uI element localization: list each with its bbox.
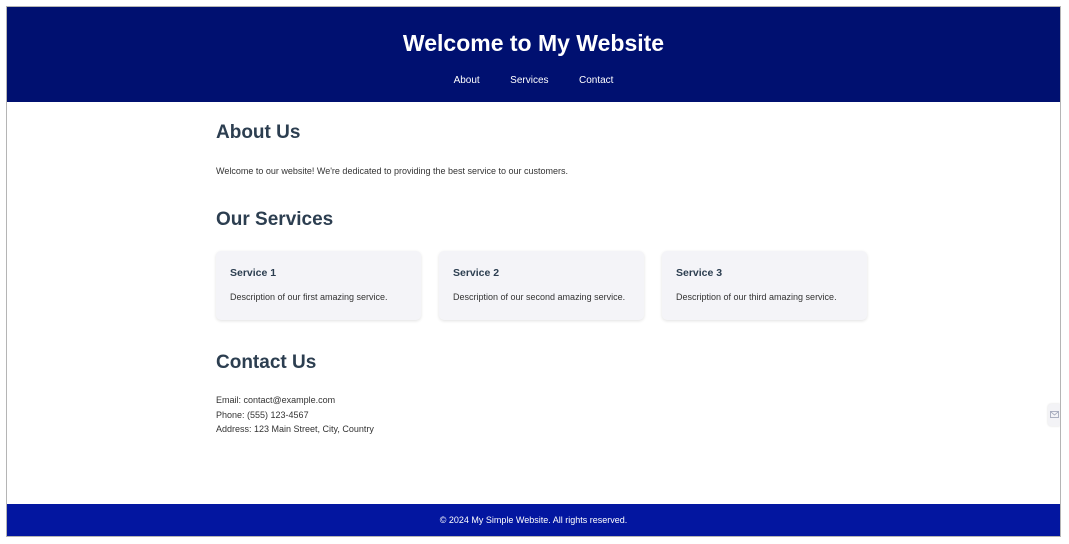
mail-icon [1050, 411, 1059, 418]
nav-link-contact[interactable]: Contact [579, 75, 613, 86]
service-card-3: Service 3 Description of our third amazi… [662, 251, 867, 320]
service-card-description: Description of our third amazing service… [676, 292, 837, 302]
main-nav: About Services Contact [7, 70, 1060, 88]
services-heading: Our Services [216, 209, 334, 230]
about-text: Welcome to our website! We're dedicated … [216, 166, 569, 176]
nav-link-services[interactable]: Services [510, 75, 548, 86]
contact-email: Email: contact@example.com [216, 395, 336, 405]
service-card-title: Service 1 [230, 267, 277, 279]
service-card-2: Service 2 Description of our second amaz… [439, 251, 644, 320]
browser-viewport: Welcome to My Website About Services Con… [6, 6, 1061, 537]
services-list: Service 1 Description of our first amazi… [216, 251, 876, 321]
contact-heading: Contact Us [216, 352, 317, 373]
service-card-title: Service 2 [453, 267, 500, 279]
contact-address: Address: 123 Main Street, City, Country [216, 424, 374, 434]
service-card-description: Description of our second amazing servic… [453, 292, 626, 302]
site-footer: © 2024 My Simple Website. All rights res… [7, 504, 1060, 536]
footer-copyright: © 2024 My Simple Website. All rights res… [439, 515, 628, 525]
site-title: Welcome to My Website [402, 30, 665, 56]
nav-link-about[interactable]: About [454, 75, 480, 86]
service-card-title: Service 3 [676, 267, 723, 279]
site-header: Welcome to My Website About Services Con… [7, 7, 1060, 102]
service-card-1: Service 1 Description of our first amazi… [216, 251, 421, 320]
side-mail-widget[interactable] [1048, 404, 1060, 426]
about-heading: About Us [216, 122, 301, 143]
contact-info: Email: contact@example.com Phone: (555) … [216, 393, 374, 437]
service-card-description: Description of our first amazing service… [230, 292, 388, 302]
contact-phone: Phone: (555) 123-4567 [216, 409, 309, 420]
